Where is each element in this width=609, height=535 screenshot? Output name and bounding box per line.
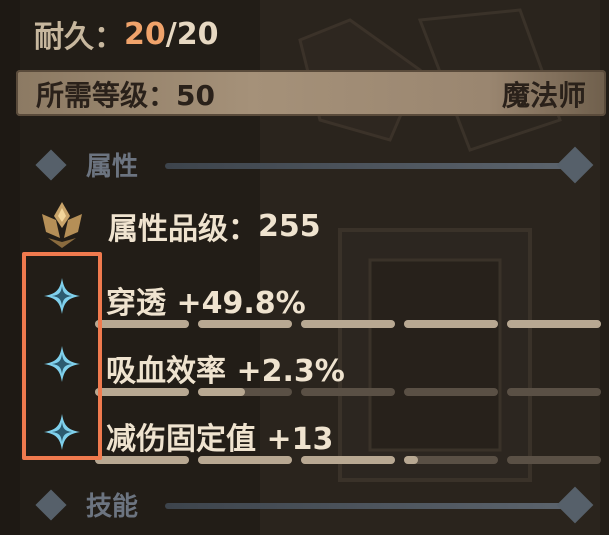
section-title-skills: 技能 [86, 492, 139, 522]
lotus-crown-icon [42, 202, 82, 248]
attribute-row-3: 减伤固定值 +13 [106, 414, 333, 458]
bar-segment [198, 456, 292, 464]
durability-row: 耐久： 20 / 20 [34, 12, 218, 56]
section-title-attributes: 属性 [86, 152, 139, 182]
bar-segment [507, 388, 601, 396]
bar-segment-fill [95, 388, 189, 396]
level-requirement-label: 所需等级： [36, 79, 177, 112]
bar-segment-fill [507, 320, 601, 328]
bar-segment [301, 456, 395, 464]
attribute-name: 吸血效率 [106, 354, 226, 389]
durability-max: 20 [176, 16, 219, 52]
bar-segment [404, 456, 498, 464]
bar-segment [198, 388, 292, 396]
bar-segment-fill [198, 456, 292, 464]
attribute-bar-3 [95, 456, 607, 464]
bar-segment-fill [404, 456, 419, 464]
bar-segment-fill [404, 320, 498, 328]
attribute-grade-row: 属性品级： 255 [34, 198, 321, 254]
attribute-row-2: 吸血效率 +2.3% [106, 346, 345, 390]
bar-segment [404, 320, 498, 328]
bar-segment-fill [301, 456, 395, 464]
diamond-ornament [556, 486, 594, 524]
divider-line [165, 503, 565, 509]
attribute-bar-1 [95, 320, 607, 328]
attribute-row-1: 穿透 +49.8% [106, 278, 306, 322]
bar-segment-fill [198, 388, 245, 396]
diamond-ornament [556, 146, 594, 184]
bar-segment [301, 388, 395, 396]
bar-segment [507, 320, 601, 328]
bar-segment [95, 456, 189, 464]
diamond-ornament [35, 149, 67, 181]
diamond-ornament [35, 489, 67, 521]
bar-segment-fill [301, 320, 395, 328]
attribute-bar-2 [95, 388, 607, 396]
bar-segment [95, 388, 189, 396]
attribute-grade-label: 属性品级： [108, 212, 258, 247]
requirement-bar: 所需等级：50 魔法师 [16, 70, 606, 116]
divider-line [165, 163, 565, 169]
attribute-name: 减伤固定值 [106, 422, 256, 457]
bar-segment-fill [198, 320, 292, 328]
bar-segment [301, 320, 395, 328]
section-header-skills: 技能 [0, 486, 609, 526]
class-requirement: 魔法师 [501, 79, 586, 112]
bar-segment-fill [95, 456, 189, 464]
bar-segment [404, 388, 498, 396]
bar-segment [507, 456, 601, 464]
attribute-value: +13 [266, 422, 334, 457]
durability-label: 耐久： [34, 20, 124, 55]
attribute-value: +2.3% [236, 354, 345, 389]
level-requirement: 所需等级：50 [36, 74, 215, 114]
bar-segment [198, 320, 292, 328]
attribute-value: +49.8% [176, 286, 306, 321]
bar-segment-fill [95, 320, 189, 328]
durability-separator: / [165, 16, 177, 52]
section-header-attributes: 属性 [0, 146, 609, 186]
level-requirement-value: 50 [176, 79, 215, 112]
highlight-box [22, 252, 102, 460]
bar-segment [95, 320, 189, 328]
durability-current: 20 [124, 16, 166, 52]
attribute-grade-value: 255 [258, 208, 321, 244]
attribute-name: 穿透 [106, 286, 166, 321]
